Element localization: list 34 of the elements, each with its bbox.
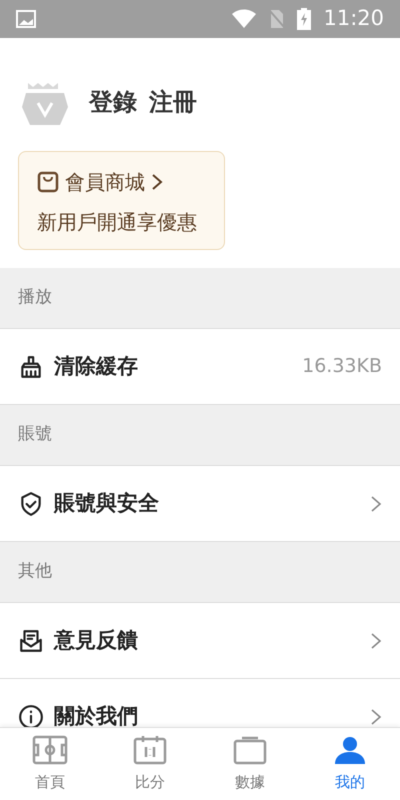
nav-tab[interactable]: 數據: [200, 728, 300, 800]
person-icon: [332, 734, 368, 765]
clipboard-icon: [232, 734, 268, 765]
row-label: 意見反饋: [54, 626, 139, 654]
section-header: 其他: [0, 542, 400, 603]
row-label: 關於我們: [54, 702, 139, 727]
nav-tab[interactable]: 比分: [100, 728, 200, 800]
row-label: 賬號與安全: [54, 490, 160, 517]
member-store-title: 會員商城: [65, 169, 145, 196]
info-icon: [18, 704, 44, 727]
section-header: 賬號: [0, 405, 400, 466]
row-label: 清除緩存: [54, 352, 139, 380]
calendar-icon: [132, 734, 168, 765]
broom-icon: [18, 354, 44, 380]
envelope-icon: [18, 628, 44, 654]
nav-tab[interactable]: 我的: [300, 728, 400, 800]
chevron-right-icon: [370, 494, 382, 512]
nav-tab[interactable]: 首頁: [0, 728, 100, 800]
bag-icon: [37, 171, 59, 193]
chevron-right-icon: [370, 708, 382, 726]
status-time: 11:20: [323, 5, 384, 32]
register-link[interactable]: 注冊: [149, 84, 197, 120]
chevron-right-icon: [151, 173, 163, 191]
wifi-icon: [231, 9, 258, 29]
soccer-field-icon: [32, 734, 68, 765]
member-card[interactable]: 會員商城 新用戶開通享優惠: [18, 151, 225, 250]
chevron-right-icon: [370, 632, 382, 650]
section-header: 播放: [0, 268, 400, 329]
no-sim-icon: [269, 9, 286, 29]
image-icon: [16, 10, 36, 28]
member-subtitle: 新用戶開通享優惠: [37, 209, 198, 236]
cache-size: 16.33KB: [302, 354, 382, 380]
login-link[interactable]: 登錄: [89, 84, 137, 120]
battery-charging-icon: [297, 8, 312, 30]
